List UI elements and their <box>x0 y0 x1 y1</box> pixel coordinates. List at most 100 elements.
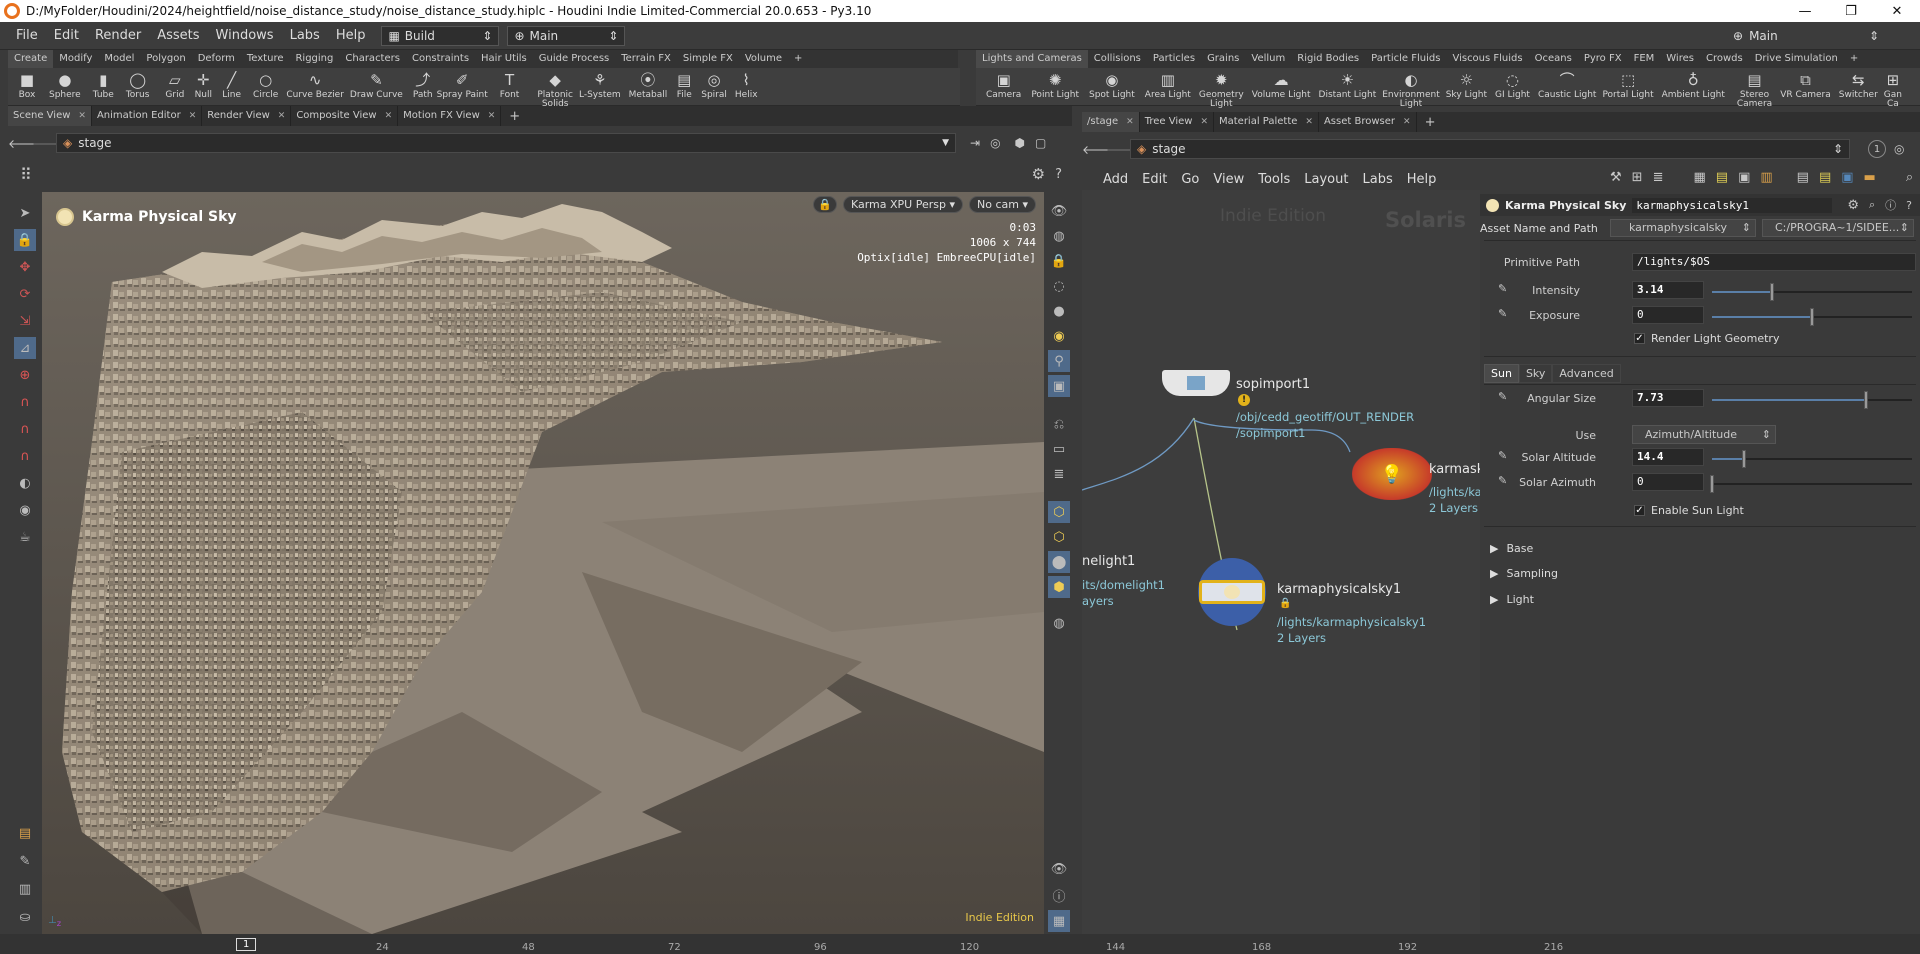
shelf-tab-guide-process[interactable]: Guide Process <box>533 50 615 68</box>
shelf-tab-texture[interactable]: Texture <box>241 50 290 68</box>
node-karmasky-top[interactable]: 💡 <box>1352 448 1432 500</box>
use-menu[interactable]: Azimuth/Altitude ⇕ <box>1632 425 1776 444</box>
menu-windows[interactable]: Windows <box>208 28 282 43</box>
shelf-tab-rigging[interactable]: Rigging <box>289 50 339 68</box>
node-sopimport[interactable] <box>1162 370 1230 396</box>
grid-dots-icon[interactable]: ⠿ <box>20 165 32 184</box>
gear-icon[interactable]: ⚙ <box>1847 198 1859 213</box>
shelf-tool-spiral[interactable]: ◎ Spiral <box>701 71 727 100</box>
shelf-tab-volume[interactable]: Volume <box>739 50 788 68</box>
shelf-tab-add[interactable]: + <box>788 50 808 68</box>
shelf-tab-add[interactable]: + <box>1844 50 1864 68</box>
net-menu-add[interactable]: Add <box>1096 172 1135 187</box>
shelf-tool-helix[interactable]: ⌇ Helix <box>735 71 758 100</box>
headlight-icon[interactable]: ◉ <box>1048 325 1070 347</box>
tab-sky[interactable]: Sky <box>1518 364 1553 383</box>
shelf-tab-drive-simulation[interactable]: Drive Simulation <box>1749 50 1844 68</box>
renderer-menu[interactable]: Karma XPU Persp ▾ <box>842 196 963 213</box>
shelf-tab-rigid-bodies[interactable]: Rigid Bodies <box>1291 50 1365 68</box>
keyframe-icon[interactable]: ▤ <box>14 822 36 844</box>
camera-tool-icon[interactable]: ◉ <box>14 499 36 521</box>
shelf-tab-hair-utils[interactable]: Hair Utils <box>475 50 533 68</box>
menu-help[interactable]: Help <box>328 28 374 43</box>
wrench-icon[interactable]: ⚒ <box>1610 170 1622 185</box>
shelf-tool-portal-light[interactable]: ⬚ Portal Light <box>1602 71 1653 100</box>
tab-sun[interactable]: Sun <box>1484 364 1519 383</box>
pose-tool-icon[interactable]: ⊕ <box>14 364 36 386</box>
note-yellow-icon[interactable]: ▤ <box>1819 170 1831 185</box>
visualizer-icon[interactable]: ◍ <box>1048 612 1070 634</box>
shelf-tool-font[interactable]: T Font <box>500 71 520 100</box>
solar-altitude-slider-knob[interactable] <box>1742 450 1746 468</box>
timeline[interactable]: 1 24 48 72 96 120 144 168 192 216 <box>0 934 1920 954</box>
shelf-tool-stereo-camera[interactable]: ▤ Stereo Camera <box>1737 71 1772 109</box>
shelf-tool-spot-light[interactable]: ◉ Spot Light <box>1089 71 1135 100</box>
net-menu-layout[interactable]: Layout <box>1297 172 1355 187</box>
shelf-tab-lights-and-cameras[interactable]: Lights and Cameras <box>976 50 1088 68</box>
shelf-tool-grid[interactable]: ▱ Grid <box>165 71 184 100</box>
tab-motion-fx-view[interactable]: Motion FX View ✕ <box>398 106 502 126</box>
shelf-tool-point-light[interactable]: ✺ Point Light <box>1031 71 1079 100</box>
shelf-tab-particle-fluids[interactable]: Particle Fluids <box>1365 50 1446 68</box>
close-icon[interactable]: ✕ <box>278 106 286 126</box>
list-icon[interactable]: ≣ <box>1653 170 1664 185</box>
lock-camera-button[interactable]: 🔒 <box>813 196 837 213</box>
exposure-slider-knob[interactable] <box>1810 308 1814 326</box>
tab-material-palette[interactable]: Material Palette ✕ <box>1214 112 1319 132</box>
solar-azimuth-slider-knob[interactable] <box>1710 475 1714 493</box>
node-name-field[interactable]: karmaphysicalsky1 <box>1632 197 1833 213</box>
brush-icon[interactable]: ✎ <box>14 850 36 872</box>
select-tool-icon[interactable]: ➤ <box>14 202 36 224</box>
enable-sun-light-toggle[interactable]: ✓ Enable Sun Light <box>1634 504 1744 517</box>
shelf-tool-platonic-solids[interactable]: ◆ Platonic Solids <box>537 71 573 109</box>
magnet-icon[interactable]: ∩ <box>14 391 36 413</box>
solar-altitude-field[interactable]: 14.4 <box>1632 448 1704 466</box>
primitive-path-field[interactable]: /lights/$OS <box>1632 253 1916 271</box>
menu-file[interactable]: File <box>8 28 46 43</box>
shelf-tab-model[interactable]: Model <box>98 50 140 68</box>
shelf-tool-vr-camera[interactable]: ⧉ VR Camera <box>1780 71 1831 100</box>
snap-edges-icon[interactable]: ⬢ <box>1048 576 1070 598</box>
shelf-tool-distant-light[interactable]: ☀ Distant Light <box>1319 71 1377 100</box>
maximize-button[interactable]: ❐ <box>1828 0 1874 22</box>
shelf-tab-create[interactable]: Create <box>8 50 54 68</box>
move-tool-icon[interactable]: ✥ <box>14 256 36 278</box>
snap-points-icon[interactable]: ⬡ <box>1048 526 1070 548</box>
shelf-tool-box[interactable]: ■ Box <box>18 71 36 100</box>
image-icon[interactable]: ▣ <box>1738 170 1750 185</box>
info-icon[interactable]: ⓘ <box>1048 884 1070 906</box>
close-icon[interactable]: ✕ <box>1305 112 1313 132</box>
solar-altitude-slider[interactable] <box>1712 450 1912 468</box>
shelf-tool-null[interactable]: ✛ Null <box>194 71 212 100</box>
shelf-tool-camera[interactable]: ▣ Camera <box>986 71 1021 100</box>
edit-list-icon[interactable]: ▤ <box>1797 170 1809 185</box>
close-icon[interactable]: ✕ <box>1200 112 1208 132</box>
shelf-tab-pyro-fx[interactable]: Pyro FX <box>1578 50 1628 68</box>
shelf-tab-fem[interactable]: FEM <box>1628 50 1661 68</box>
search-icon[interactable]: ⌕ <box>1906 170 1913 185</box>
shelf-tab-vellum[interactable]: Vellum <box>1245 50 1291 68</box>
light-icon[interactable]: ◌ <box>1048 275 1070 297</box>
tab-tree-view[interactable]: Tree View ✕ <box>1140 112 1214 132</box>
section-base[interactable]: ▶ Base <box>1490 542 1533 555</box>
note-icon[interactable]: ▤ <box>1716 170 1728 185</box>
left-path-field[interactable]: ◈ stage ▼ <box>56 133 956 153</box>
shelf-tab-constraints[interactable]: Constraints <box>406 50 475 68</box>
solar-azimuth-slider[interactable] <box>1710 475 1912 493</box>
palette-icon[interactable]: ▥ <box>1760 170 1772 185</box>
lock-tool-icon[interactable]: 🔒 <box>14 229 36 251</box>
shelf-tab-characters[interactable]: Characters <box>339 50 406 68</box>
square-icon[interactable]: ▢ <box>1035 136 1046 150</box>
intensity-field[interactable]: 3.14 <box>1632 281 1704 299</box>
menu-labs[interactable]: Labs <box>282 28 328 43</box>
link-icon[interactable]: ◎ <box>1894 142 1904 156</box>
render-tool-icon[interactable]: ☕ <box>14 526 36 548</box>
minimize-button[interactable]: — <box>1782 0 1828 22</box>
stamp-icon[interactable]: ▥ <box>14 878 36 900</box>
camera-menu[interactable]: No cam ▾ <box>969 196 1036 213</box>
tab-advanced[interactable]: Advanced <box>1552 364 1621 383</box>
tab-scene-view[interactable]: Scene View ✕ <box>8 106 92 126</box>
handle-tool-icon[interactable]: ⊿ <box>14 337 36 359</box>
render-light-geometry-toggle[interactable]: ✓ Render Light Geometry <box>1634 332 1779 345</box>
shelf-tool-gi-light[interactable]: ◌ GI Light <box>1495 71 1530 100</box>
